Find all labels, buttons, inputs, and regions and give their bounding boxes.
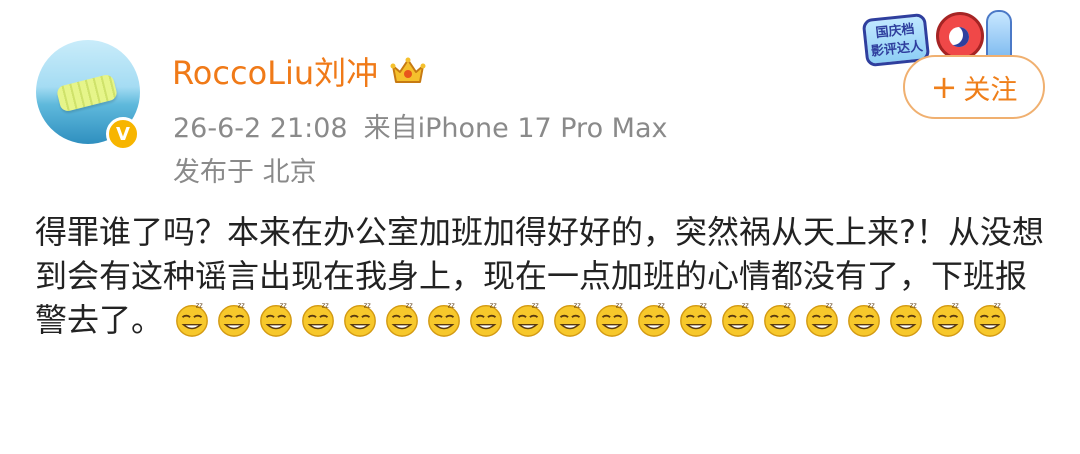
sleepy-emoji: zz [887,300,925,338]
svg-text:zz: zz [532,302,539,310]
sleepy-emoji: zz [467,300,505,338]
sleepy-emoji: zz [635,300,673,338]
sleepy-emoji: zz [425,300,463,338]
svg-text:zz: zz [448,302,455,310]
sleepy-emoji: zz [383,300,421,338]
post-body: 得罪谁了吗？本来在办公室加班加得好好的，突然祸从天上来?！从没想到会有这种谣言出… [35,210,1050,342]
svg-text:zz: zz [196,302,203,310]
sleepy-emoji: zz [173,300,211,338]
sleepy-emoji: zz [761,300,799,338]
svg-text:zz: zz [700,302,707,310]
post-time: 26-6-2 21:08 [173,113,348,144]
svg-text:zz: zz [994,302,1001,310]
svg-text:zz: zz [280,302,287,310]
sleepy-emoji: zz [929,300,967,338]
svg-text:zz: zz [952,302,959,310]
emoji-row: zz zz zz zz zz zz zz zz zz zz zz zz zz zz zz zz zz zz zz zz [173,301,1013,339]
post-meta: 26-6-2 21:08 来自iPhone 17 Pro Max [173,106,668,145]
mascot-icon [936,12,984,60]
post-source: 来自iPhone 17 Pro Max [363,113,668,144]
sleepy-emoji: zz [509,300,547,338]
svg-text:zz: zz [742,302,749,310]
svg-text:zz: zz [364,302,371,310]
plus-icon: + [930,68,958,106]
svg-text:zz: zz [910,302,917,310]
svg-text:zz: zz [406,302,413,310]
sleepy-emoji: zz [257,300,295,338]
sleepy-emoji: zz [845,300,883,338]
sleepy-emoji: zz [551,300,589,338]
svg-text:zz: zz [616,302,623,310]
sleepy-emoji: zz [803,300,841,338]
sleepy-emoji: zz [215,300,253,338]
svg-text:zz: zz [574,302,581,310]
follow-button[interactable]: + 关注 [903,55,1045,119]
sleepy-emoji: zz [341,300,379,338]
verified-badge-icon: V [106,117,140,151]
svg-text:zz: zz [868,302,875,310]
sleepy-emoji: zz [299,300,337,338]
svg-text:zz: zz [322,302,329,310]
svg-text:zz: zz [784,302,791,310]
vip-crown-icon [390,57,426,83]
svg-text:zz: zz [826,302,833,310]
svg-text:zz: zz [238,302,245,310]
sleepy-emoji: zz [677,300,715,338]
username[interactable]: RoccoLiu刘冲 [172,48,426,94]
sleepy-emoji: zz [593,300,631,338]
svg-text:zz: zz [658,302,665,310]
username-text[interactable]: RoccoLiu刘冲 [172,48,378,94]
sleepy-emoji: zz [971,300,1009,338]
svg-text:zz: zz [490,302,497,310]
sleepy-emoji: zz [719,300,757,338]
pool-float-image [55,73,119,113]
post-location: 发布于 北京 [173,157,317,188]
follow-label: 关注 [963,74,1018,106]
